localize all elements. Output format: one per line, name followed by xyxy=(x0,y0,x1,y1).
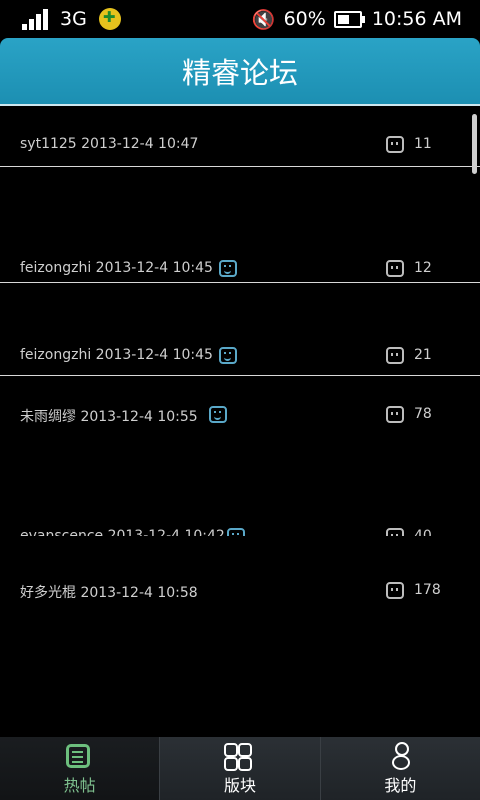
post-meta: feizongzhi 2013-12-4 10:45 xyxy=(20,260,213,276)
app-notification-icon xyxy=(98,8,121,30)
page-title: 精睿论坛 xyxy=(181,56,298,90)
reply-count: 11 xyxy=(414,136,432,152)
reply-count: 12 xyxy=(414,260,432,276)
mute-icon: 🔇 xyxy=(251,8,276,31)
clock: 10:56 AM xyxy=(371,8,462,30)
list-item[interactable]: syt1125 2013-12-4 10:47 11 xyxy=(0,106,480,167)
user-icon xyxy=(391,742,410,770)
tab-label: 版块 xyxy=(223,776,256,795)
grid-icon xyxy=(224,743,253,771)
network-type: 3G xyxy=(60,8,87,30)
list-item[interactable]: feizongzhi 2013-12-4 10:45 21 xyxy=(0,283,480,376)
app-title-bar: 精睿论坛 xyxy=(0,38,480,106)
reply-count: 178 xyxy=(414,582,441,598)
comment-icon xyxy=(386,347,404,364)
tab-boards[interactable]: 版块 xyxy=(159,737,320,800)
battery-percent: 60% xyxy=(283,8,326,30)
reply-count: 21 xyxy=(414,347,432,363)
list-item[interactable]: feizongzhi 2013-12-4 10:45 12 xyxy=(0,167,480,283)
tab-label: 热帖 xyxy=(63,776,96,795)
scrollbar[interactable] xyxy=(472,114,477,174)
signal-icon xyxy=(22,8,50,30)
tab-mine[interactable]: 我的 xyxy=(319,737,480,800)
post-meta: 好多光棍 2013-12-4 10:58 xyxy=(20,585,198,601)
bottom-nav: 热帖 版块 我的 xyxy=(0,737,480,800)
comment-icon xyxy=(386,406,404,423)
comment-icon xyxy=(386,136,404,153)
battery-icon xyxy=(333,10,365,28)
post-meta: syt1125 2013-12-4 10:47 xyxy=(20,136,199,152)
reply-count: 78 xyxy=(414,406,432,422)
post-meta: 未雨绸缪 2013-12-4 10:55 xyxy=(20,409,198,425)
status-bar: 3G 🔇 60% 10:56 AM xyxy=(0,0,480,38)
list-item[interactable]: 未雨绸缪 2013-12-4 10:55 78 evanscence 2013-… xyxy=(0,376,480,545)
comment-icon xyxy=(386,260,404,277)
post-meta: feizongzhi 2013-12-4 10:45 xyxy=(20,347,213,363)
list-item[interactable]: 好多光棍 2013-12-4 10:58 178 xyxy=(0,566,480,686)
post-list[interactable]: syt1125 2013-12-4 10:47 11 feizongzhi 20… xyxy=(0,106,480,736)
hot-posts-icon xyxy=(66,744,90,768)
tab-hot-posts[interactable]: 热帖 xyxy=(0,737,160,800)
comment-icon xyxy=(386,582,404,599)
face-icon xyxy=(219,347,237,364)
face-icon xyxy=(219,260,237,277)
tab-label: 我的 xyxy=(384,776,417,795)
face-icon xyxy=(209,406,227,423)
